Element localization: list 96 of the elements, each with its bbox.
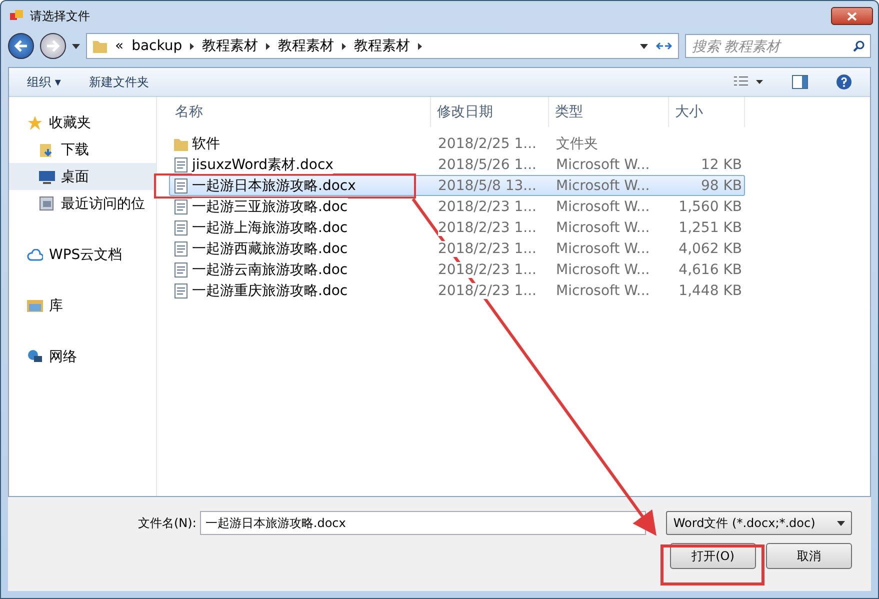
filename-label: 文件名(N): bbox=[138, 514, 196, 532]
star-icon bbox=[27, 114, 43, 130]
file-row[interactable]: 软件 2018/2/25 1... 文件夹 bbox=[169, 133, 745, 154]
file-row[interactable]: 一起游西藏旅游攻略.doc 2018/2/23 1... Microsoft W... 4,062 KB bbox=[169, 238, 745, 259]
file-name: 一起游云南旅游攻略.doc bbox=[192, 260, 348, 278]
sidebar-item[interactable]: 收藏夹 bbox=[9, 109, 156, 136]
file-name: 一起游重庆旅游攻略.doc bbox=[192, 282, 348, 300]
search-icon bbox=[853, 40, 865, 52]
breadcrumb[interactable]: 教程素材 bbox=[202, 37, 258, 55]
document-icon bbox=[174, 262, 188, 278]
size-cell: 98 KB bbox=[700, 178, 742, 194]
sidebar-item[interactable]: 库 bbox=[9, 292, 156, 319]
preview-pane-icon[interactable] bbox=[792, 75, 808, 89]
file-row[interactable]: 一起游三亚旅游攻略.doc 2018/2/23 1... Microsoft W... 1,560 KB bbox=[169, 196, 745, 217]
date-cell: 2018/5/26 1... bbox=[438, 156, 536, 172]
help-icon[interactable] bbox=[836, 74, 852, 90]
breadcrumb[interactable]: 教程素材 bbox=[278, 37, 334, 55]
close-icon bbox=[847, 12, 857, 20]
file-name: 一起游西藏旅游攻略.doc bbox=[192, 240, 348, 258]
date-cell: 2018/2/23 1... bbox=[438, 282, 536, 298]
size-cell: 4,062 KB bbox=[678, 240, 742, 256]
column-header[interactable]: 修改日期 bbox=[431, 97, 549, 127]
caret-icon bbox=[837, 520, 846, 526]
size-cell: 4,616 KB bbox=[678, 262, 742, 278]
library-icon bbox=[27, 298, 43, 312]
column-header[interactable]: 类型 bbox=[549, 97, 669, 127]
type-cell: Microsoft W... bbox=[556, 220, 650, 236]
size-cell: 1,560 KB bbox=[678, 198, 742, 214]
size-cell: 1,448 KB bbox=[678, 282, 742, 298]
sidebar-item[interactable]: 最近访问的位 bbox=[9, 190, 156, 217]
breadcrumb[interactable]: 教程素材 bbox=[354, 37, 410, 55]
file-name: 软件 bbox=[192, 134, 220, 152]
organize-menu[interactable]: 组织 ▾ bbox=[27, 74, 61, 90]
column-header[interactable]: 大小 bbox=[669, 97, 745, 127]
chevron-icon bbox=[342, 42, 346, 50]
network-icon bbox=[27, 348, 43, 364]
sidebar-item[interactable]: 下载 bbox=[9, 136, 156, 163]
date-cell: 2018/2/23 1... bbox=[438, 262, 536, 278]
recent-places-icon bbox=[39, 196, 55, 212]
forward-arrow-icon bbox=[46, 40, 60, 52]
chevron-icon bbox=[190, 42, 194, 50]
new-folder-button[interactable]: 新建文件夹 bbox=[88, 74, 149, 90]
cloud-icon bbox=[27, 248, 43, 260]
file-name: 一起游日本旅游攻略.docx bbox=[192, 176, 356, 194]
file-row[interactable]: jisuxzWord素材.docx 2018/5/26 1... Microsoft W... 12 KB bbox=[169, 154, 745, 175]
document-icon bbox=[174, 156, 188, 172]
column-header[interactable]: 名称 bbox=[169, 97, 431, 127]
refresh-icon[interactable] bbox=[656, 40, 672, 52]
date-cell: 2018/2/25 1... bbox=[438, 136, 536, 152]
filename-field[interactable]: 一起游日本旅游攻略.docx bbox=[200, 511, 646, 535]
file-type-dropdown[interactable]: Word文件 (*.docx;*.doc) bbox=[666, 511, 852, 535]
type-cell: Microsoft W... bbox=[556, 240, 650, 256]
back-button[interactable] bbox=[8, 33, 34, 59]
chevron-icon bbox=[418, 42, 422, 50]
dropdown-caret-icon[interactable] bbox=[640, 44, 648, 48]
cancel-button[interactable]: 取消 bbox=[766, 543, 852, 569]
sidebar-item[interactable]: 网络 bbox=[9, 343, 156, 370]
type-cell: Microsoft W... bbox=[556, 156, 650, 172]
date-cell: 2018/5/8 13... bbox=[438, 178, 536, 194]
date-cell: 2018/2/23 1... bbox=[438, 220, 536, 236]
type-cell: Microsoft W... bbox=[556, 178, 650, 194]
back-arrow-icon bbox=[14, 40, 28, 52]
chevron-icon bbox=[266, 42, 270, 50]
date-cell: 2018/2/23 1... bbox=[438, 198, 536, 214]
sidebar-item[interactable]: 桌面 bbox=[9, 163, 156, 190]
type-cell: 文件夹 bbox=[556, 134, 598, 152]
type-cell: Microsoft W... bbox=[556, 282, 650, 298]
file-row[interactable]: 一起游云南旅游攻略.doc 2018/2/23 1... Microsoft W... 4,616 KB bbox=[169, 259, 745, 280]
file-name: jisuxzWord素材.docx bbox=[192, 156, 334, 174]
file-row[interactable]: 一起游日本旅游攻略.docx 2018/5/8 13... Microsoft W... 98 KB bbox=[169, 175, 745, 196]
monitor-icon bbox=[39, 170, 55, 184]
file-name: 一起游上海旅游攻略.doc bbox=[192, 218, 348, 236]
overflow-chevron[interactable]: « bbox=[115, 38, 124, 54]
document-icon bbox=[174, 178, 188, 194]
document-icon bbox=[174, 220, 188, 236]
address-bar[interactable]: « backup 教程素材 教程素材 教程素材 bbox=[86, 33, 679, 59]
forward-button[interactable] bbox=[40, 33, 66, 59]
sidebar-item[interactable]: WPS云文档 bbox=[9, 241, 156, 268]
file-name: 一起游三亚旅游攻略.doc bbox=[192, 198, 348, 216]
type-cell: Microsoft W... bbox=[556, 262, 650, 278]
date-cell: 2018/2/23 1... bbox=[438, 240, 536, 256]
folder-icon bbox=[93, 38, 107, 54]
search-field[interactable]: 搜索 教程素材 bbox=[685, 34, 871, 58]
document-icon bbox=[174, 240, 188, 256]
app-icon bbox=[10, 9, 24, 23]
breadcrumb[interactable]: backup bbox=[132, 38, 182, 54]
caret-icon[interactable] bbox=[72, 44, 80, 48]
file-row[interactable]: 一起游上海旅游攻略.doc 2018/2/23 1... Microsoft W... 1,251 KB bbox=[169, 217, 745, 238]
window-title: 请选择文件 bbox=[30, 8, 91, 24]
close-button[interactable] bbox=[831, 7, 873, 25]
document-icon bbox=[174, 282, 188, 298]
document-icon bbox=[174, 198, 188, 214]
file-row[interactable]: 一起游重庆旅游攻略.doc 2018/2/23 1... Microsoft W... 1,448 KB bbox=[169, 280, 745, 301]
view-options-icon[interactable] bbox=[734, 76, 764, 88]
size-cell: 1,251 KB bbox=[678, 220, 742, 236]
type-cell: Microsoft W... bbox=[556, 198, 650, 214]
